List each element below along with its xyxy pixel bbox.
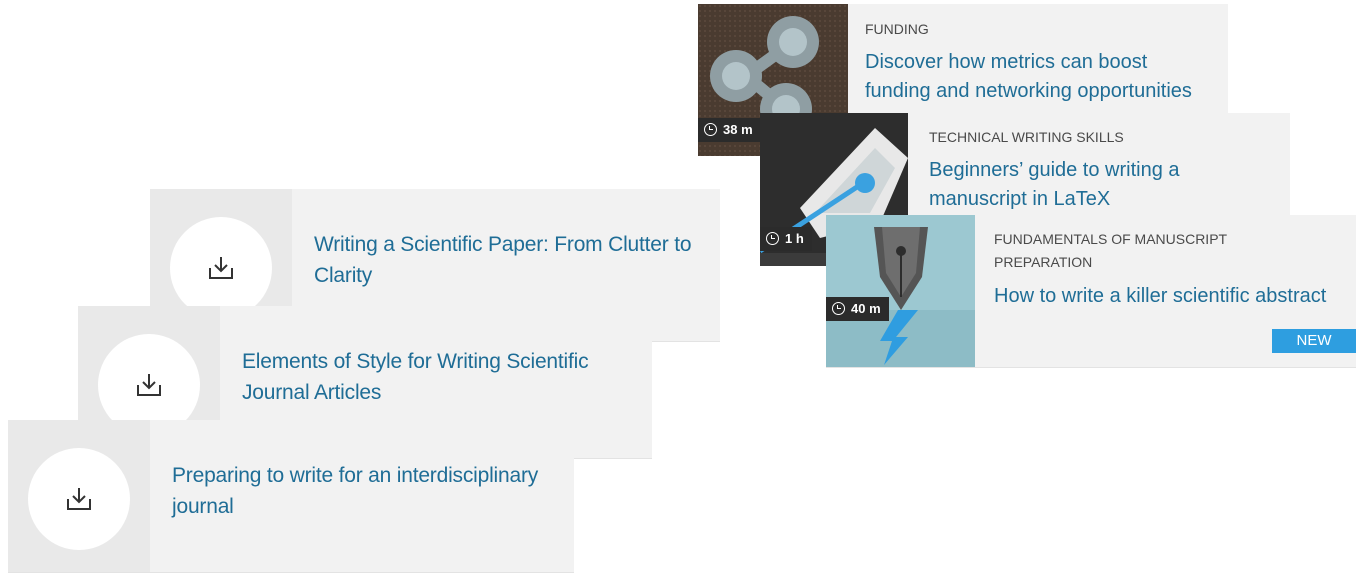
fountain-pen-illustration	[826, 227, 975, 367]
clock-icon	[766, 232, 779, 245]
download-button[interactable]	[28, 448, 130, 550]
new-badge: NEW	[1272, 329, 1356, 353]
duration-badge: 40 m	[826, 297, 889, 321]
course-title[interactable]: Discover how metrics can boost funding a…	[865, 48, 1215, 106]
course-card[interactable]: 40 m FUNDAMENTALS OF MANUSCRIPT PREPARAT…	[826, 215, 1356, 367]
course-category: FUNDAMENTALS OF MANUSCRIPT PREPARATION	[994, 231, 1227, 270]
course-category: TECHNICAL WRITING SKILLS	[929, 129, 1124, 145]
download-title[interactable]: Writing a Scientific Paper: From Clutter…	[314, 229, 704, 291]
download-icon	[209, 257, 233, 279]
download-button[interactable]	[170, 217, 272, 319]
course-title[interactable]: Beginners’ guide to writing a manuscript…	[929, 156, 1259, 214]
download-card[interactable]: Preparing to write for an interdisciplin…	[8, 420, 574, 572]
duration-badge: 1 h	[760, 227, 812, 251]
course-thumbnail-abstract: 40 m	[826, 215, 975, 367]
download-title[interactable]: Elements of Style for Writing Scientific…	[242, 346, 636, 408]
clock-icon	[704, 123, 717, 136]
duration-badge: 38 m	[698, 118, 761, 142]
course-title[interactable]: How to write a killer scientific abstrac…	[994, 282, 1354, 311]
clock-icon	[832, 302, 845, 315]
download-thumbnail	[8, 420, 150, 572]
download-title[interactable]: Preparing to write for an interdisciplin…	[172, 460, 558, 522]
download-icon	[137, 374, 161, 396]
download-icon	[67, 488, 91, 510]
course-category: FUNDING	[865, 21, 929, 37]
